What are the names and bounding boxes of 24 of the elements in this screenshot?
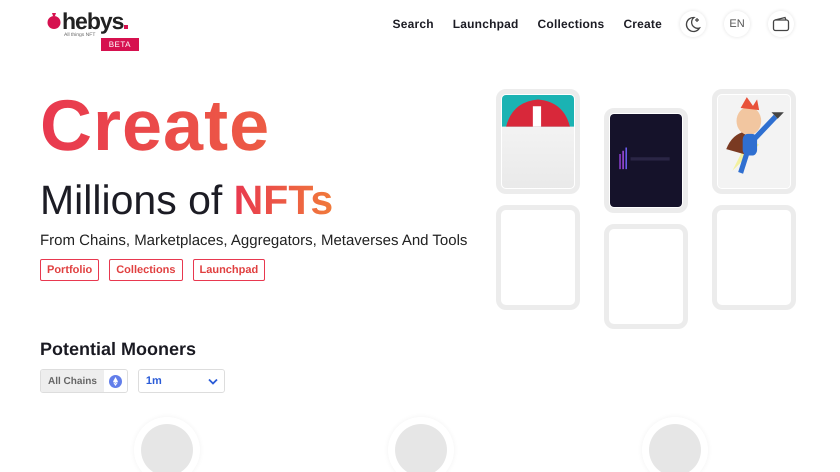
category-link[interactable]: Portfolio — [40, 259, 100, 281]
nav-link[interactable]: Search — [392, 17, 434, 31]
nft-card[interactable] — [712, 89, 796, 194]
moon-icon — [684, 15, 702, 33]
category-link[interactable]: Launchpad — [192, 259, 266, 281]
nft-card[interactable] — [604, 108, 688, 213]
section-title: Potential Mooners — [40, 338, 198, 360]
logo-wordmark[interactable]: hebys — [62, 10, 124, 32]
category-link[interactable]: Collections — [109, 259, 183, 281]
theme-toggle-button[interactable] — [680, 11, 706, 37]
pomegranate-icon — [47, 13, 61, 29]
chain-filter[interactable]: All Chains — [40, 369, 128, 393]
ethereum-icon — [108, 374, 122, 388]
nav-link[interactable]: Create — [623, 17, 662, 31]
nav-link[interactable]: Launchpad — [452, 17, 519, 31]
period-select[interactable]: 1m — [138, 369, 225, 393]
language-button[interactable]: EN — [724, 11, 750, 37]
wallet-button[interactable] — [768, 11, 794, 37]
chevron-down-icon — [208, 378, 218, 384]
hero-subtitle: Millions of NFTs — [40, 178, 334, 222]
nav-link[interactable]: Collections — [538, 17, 604, 31]
wallet-icon — [772, 16, 790, 32]
hero-description: From Chains, Marketplaces, Aggregators, Metaverses And Tools — [40, 232, 468, 249]
beta-badge: BETA — [100, 38, 139, 51]
